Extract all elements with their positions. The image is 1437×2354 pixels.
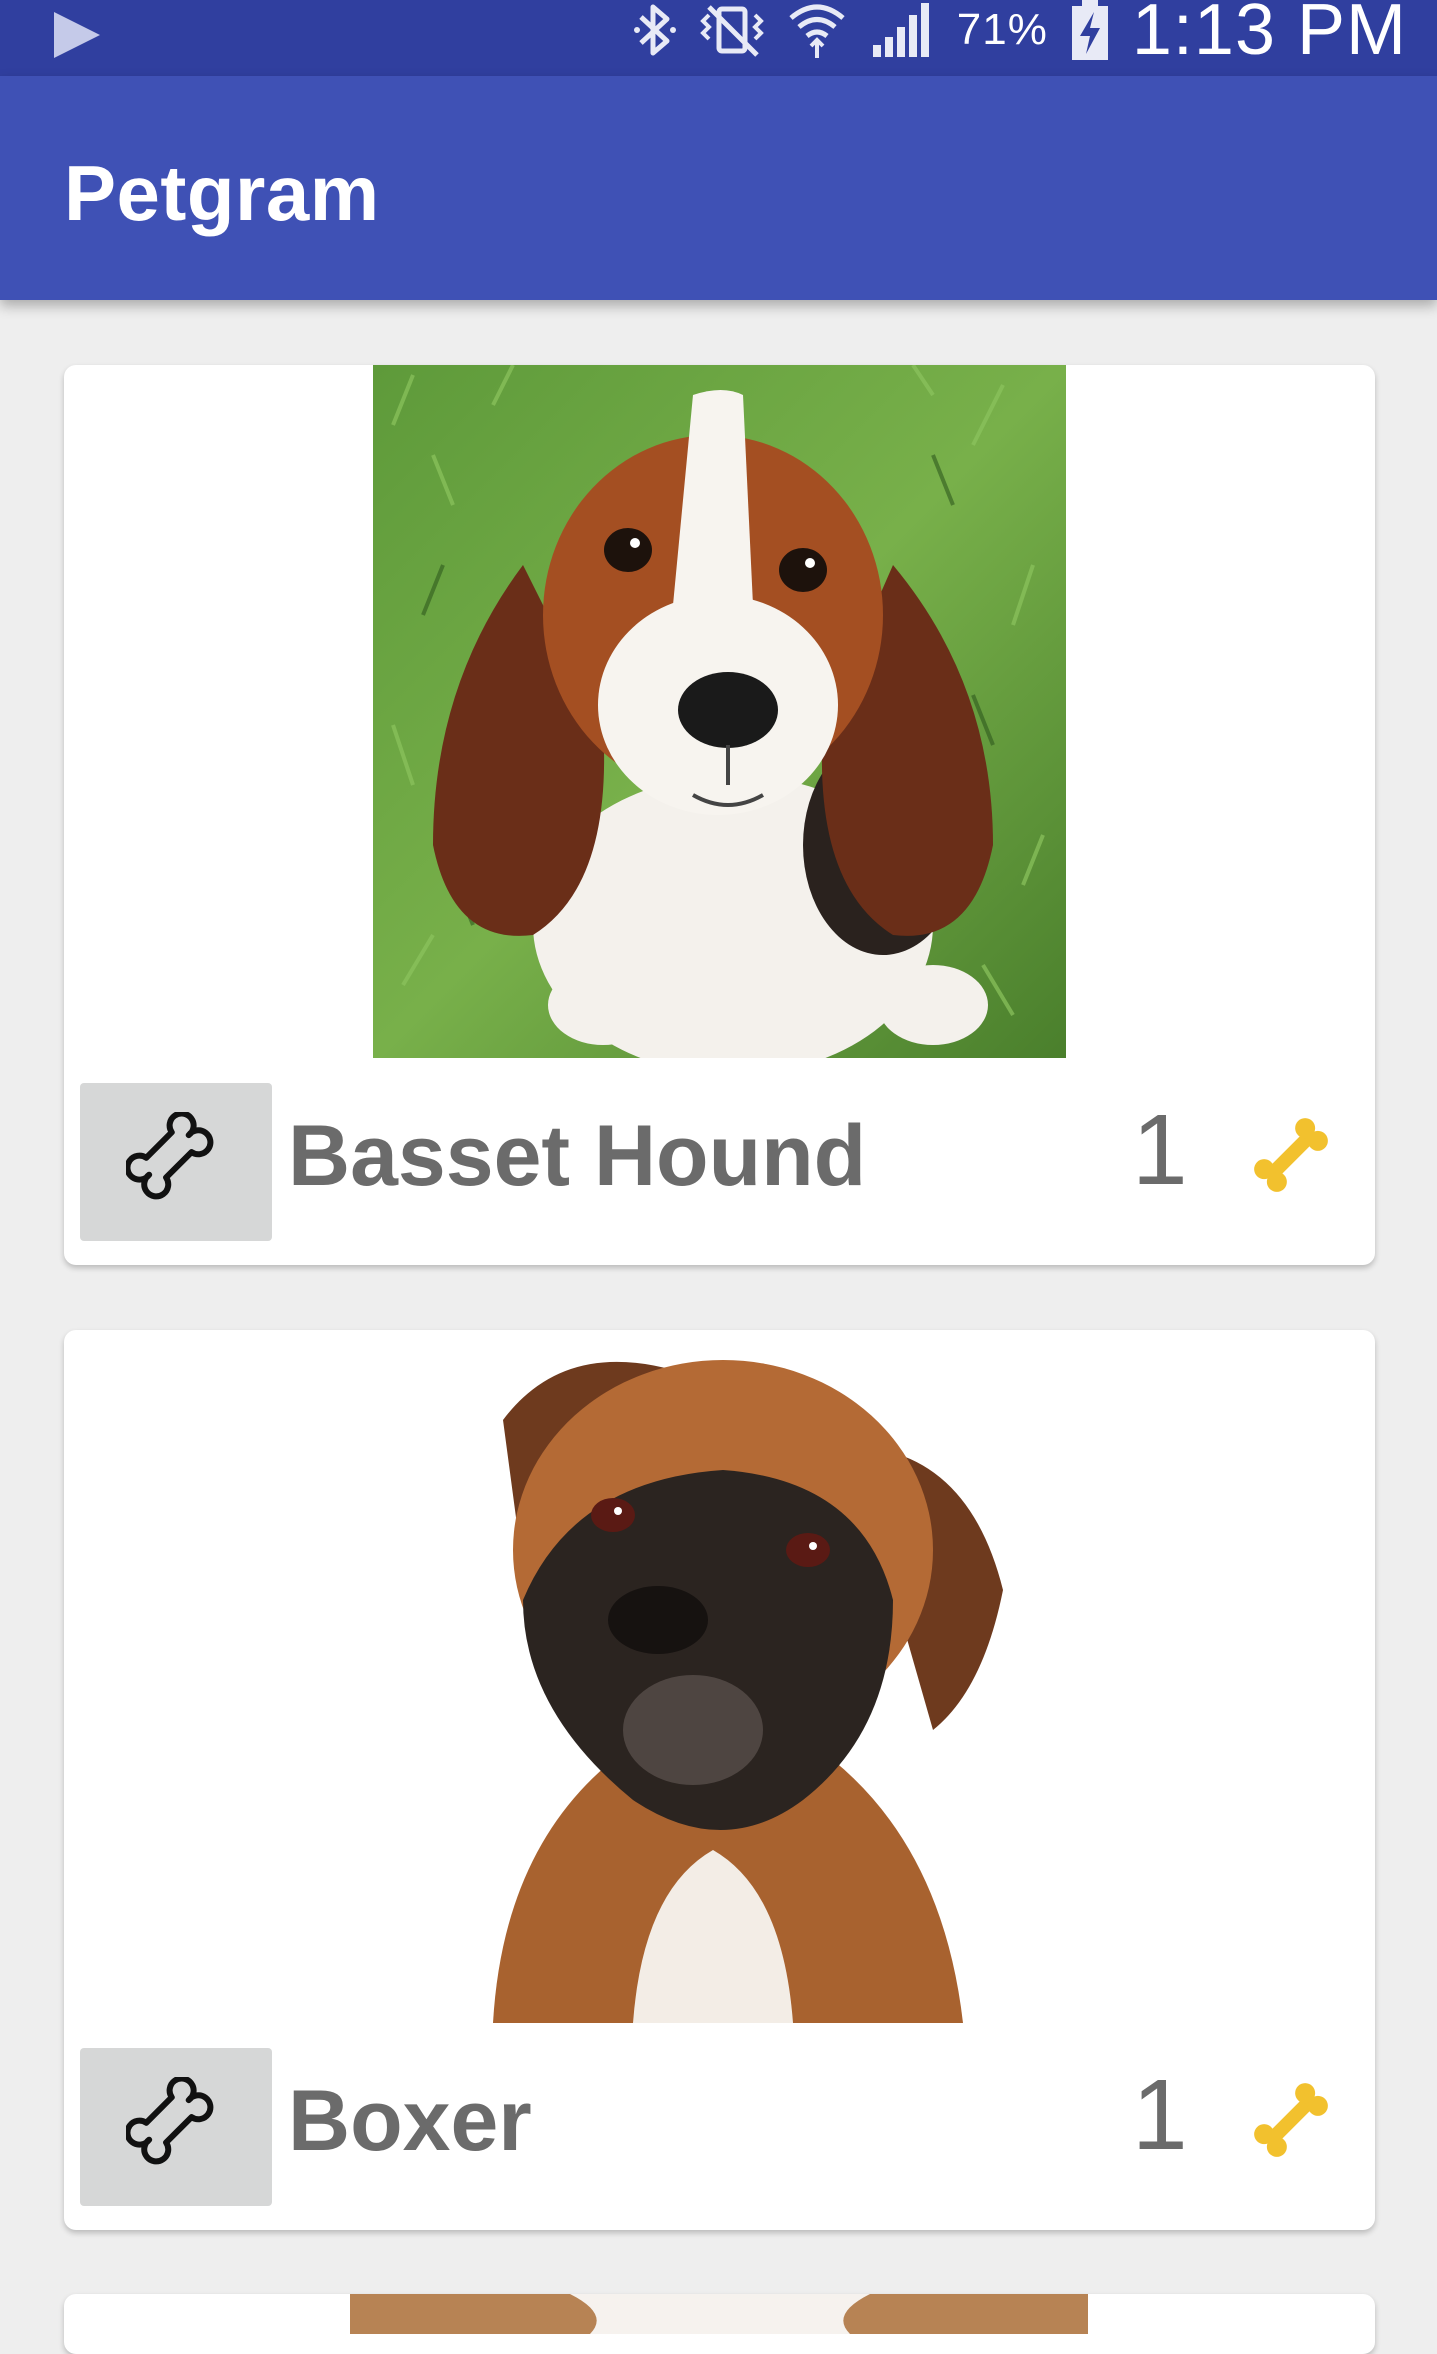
boxer-photo xyxy=(373,1330,1066,2023)
play-store-icon xyxy=(54,12,100,58)
signal-icon xyxy=(872,3,929,57)
battery-charging-icon xyxy=(1071,0,1108,60)
like-button[interactable] xyxy=(80,1083,272,1241)
like-button[interactable] xyxy=(80,2048,272,2206)
basset-hound-photo xyxy=(373,365,1066,1058)
vibrate-icon xyxy=(699,5,764,57)
app-title: Petgram xyxy=(64,149,380,237)
like-count: 1 xyxy=(1132,1094,1188,1206)
status-icons: 71% 1:13 PM xyxy=(633,0,1407,70)
bone-outline-icon xyxy=(126,1112,214,1200)
pet-photo xyxy=(350,2294,1088,2334)
bone-rating-icon xyxy=(1254,1118,1328,1192)
pet-name: Boxer xyxy=(288,2073,532,2169)
bluetooth-icon xyxy=(633,4,676,56)
pet-name: Basset Hound xyxy=(288,1108,867,1204)
wifi-icon xyxy=(789,4,845,58)
bone-outline-icon xyxy=(126,2077,214,2165)
bone-rating-icon xyxy=(1254,2083,1328,2157)
clock: 1:13 PM xyxy=(1131,0,1407,70)
like-count: 1 xyxy=(1132,2059,1188,2171)
battery-percent: 71% xyxy=(956,5,1048,54)
app-bar: Petgram xyxy=(0,76,1437,300)
pet-card: Boxer 1 xyxy=(64,1330,1375,2230)
status-bar: 71% 1:13 PM xyxy=(0,0,1437,76)
pet-card: Basset Hound 1 xyxy=(64,365,1375,1265)
pet-card xyxy=(64,2294,1375,2354)
